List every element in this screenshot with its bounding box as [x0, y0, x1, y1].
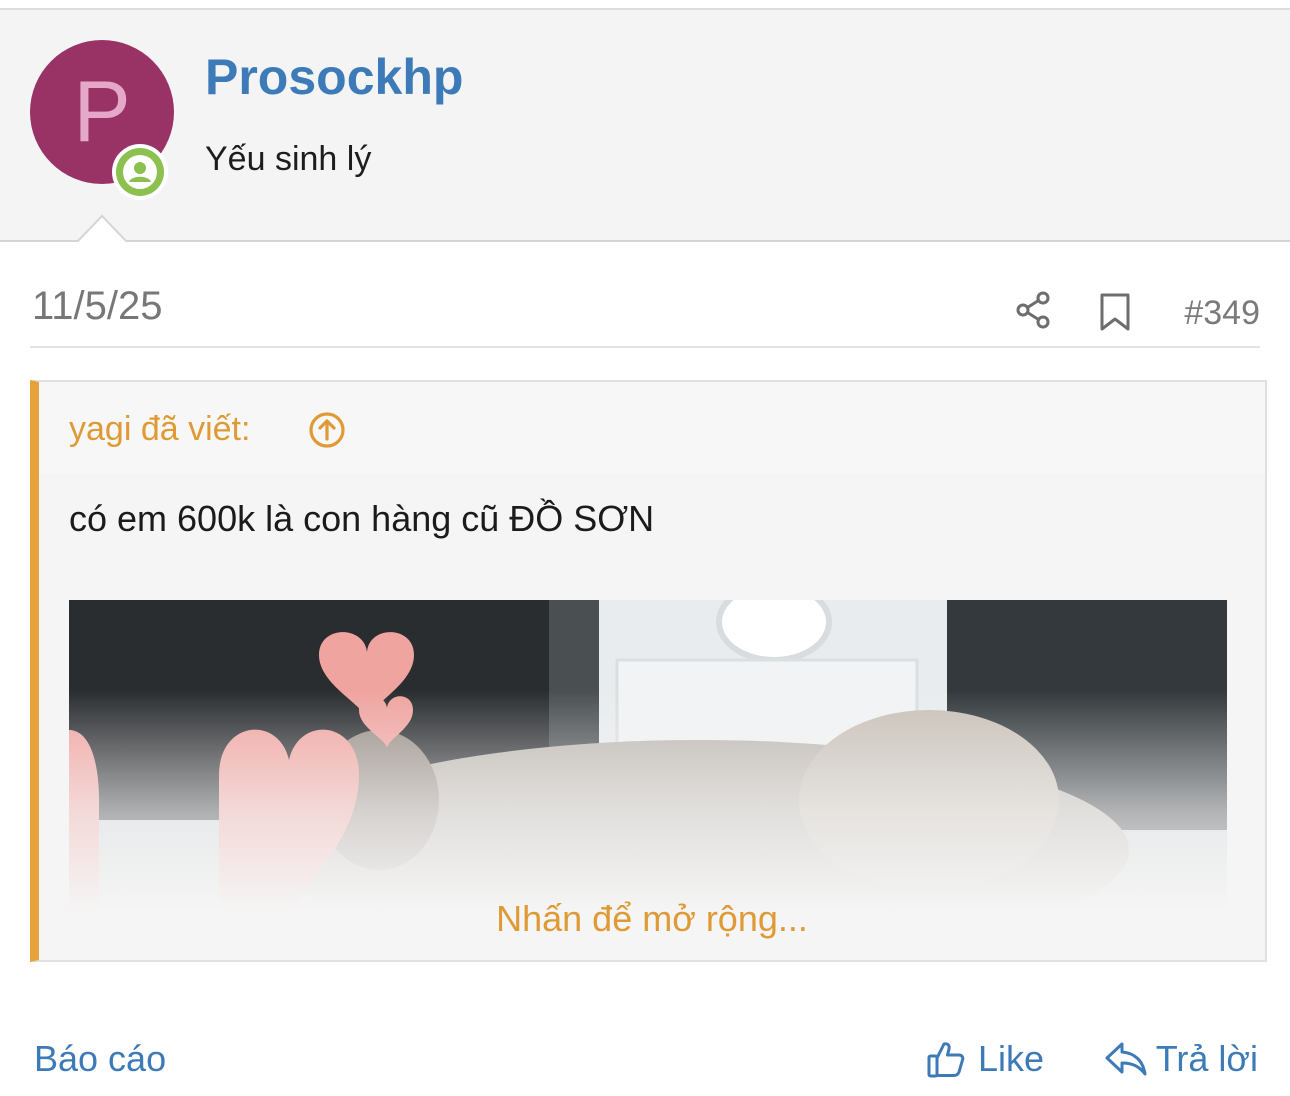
user-title: Yếu sinh lý — [205, 140, 372, 178]
like-button[interactable]: Like — [926, 1034, 1044, 1084]
post-actions-bar: Báo cáo Like Trả lời — [30, 1020, 1260, 1096]
quote-author-link[interactable]: yagi đã viết: — [69, 410, 250, 449]
bookmark-icon[interactable] — [1098, 292, 1132, 332]
top-divider — [0, 0, 1290, 10]
reply-button[interactable]: Trả lời — [1104, 1034, 1258, 1084]
header-pointer-notch — [76, 214, 128, 244]
post-date[interactable]: 11/5/25 — [32, 284, 163, 329]
expand-quote-link[interactable]: Nhấn để mở rộng... — [39, 898, 1265, 940]
quote-body: có em 600k là con hàng cũ ĐỒ SƠN Nhấn để… — [39, 474, 1265, 960]
reply-label: Trả lời — [1155, 1038, 1258, 1079]
report-link[interactable]: Báo cáo — [34, 1038, 166, 1080]
expand-fade-overlay[interactable]: Nhấn để mở rộng... — [39, 690, 1265, 960]
thumbs-up-icon — [927, 1042, 965, 1078]
share-icon[interactable] — [1014, 290, 1054, 330]
quote-block: yagi đã viết: có em 600k là con hàng cũ … — [30, 380, 1267, 962]
reply-icon — [1105, 1042, 1147, 1076]
post-number-link[interactable]: #349 — [1184, 294, 1260, 333]
post-meta-bar: 11/5/25 #349 — [30, 258, 1260, 348]
online-status-icon — [112, 144, 168, 200]
username-link[interactable]: Prosockhp — [205, 48, 463, 106]
quote-header: yagi đã viết: — [39, 382, 1265, 474]
quote-text: có em 600k là con hàng cũ ĐỒ SƠN — [69, 498, 655, 539]
arrow-circle-up-icon[interactable] — [307, 410, 347, 450]
like-label: Like — [978, 1038, 1045, 1079]
post-user-header: P Prosockhp Yếu sinh lý — [0, 10, 1290, 242]
